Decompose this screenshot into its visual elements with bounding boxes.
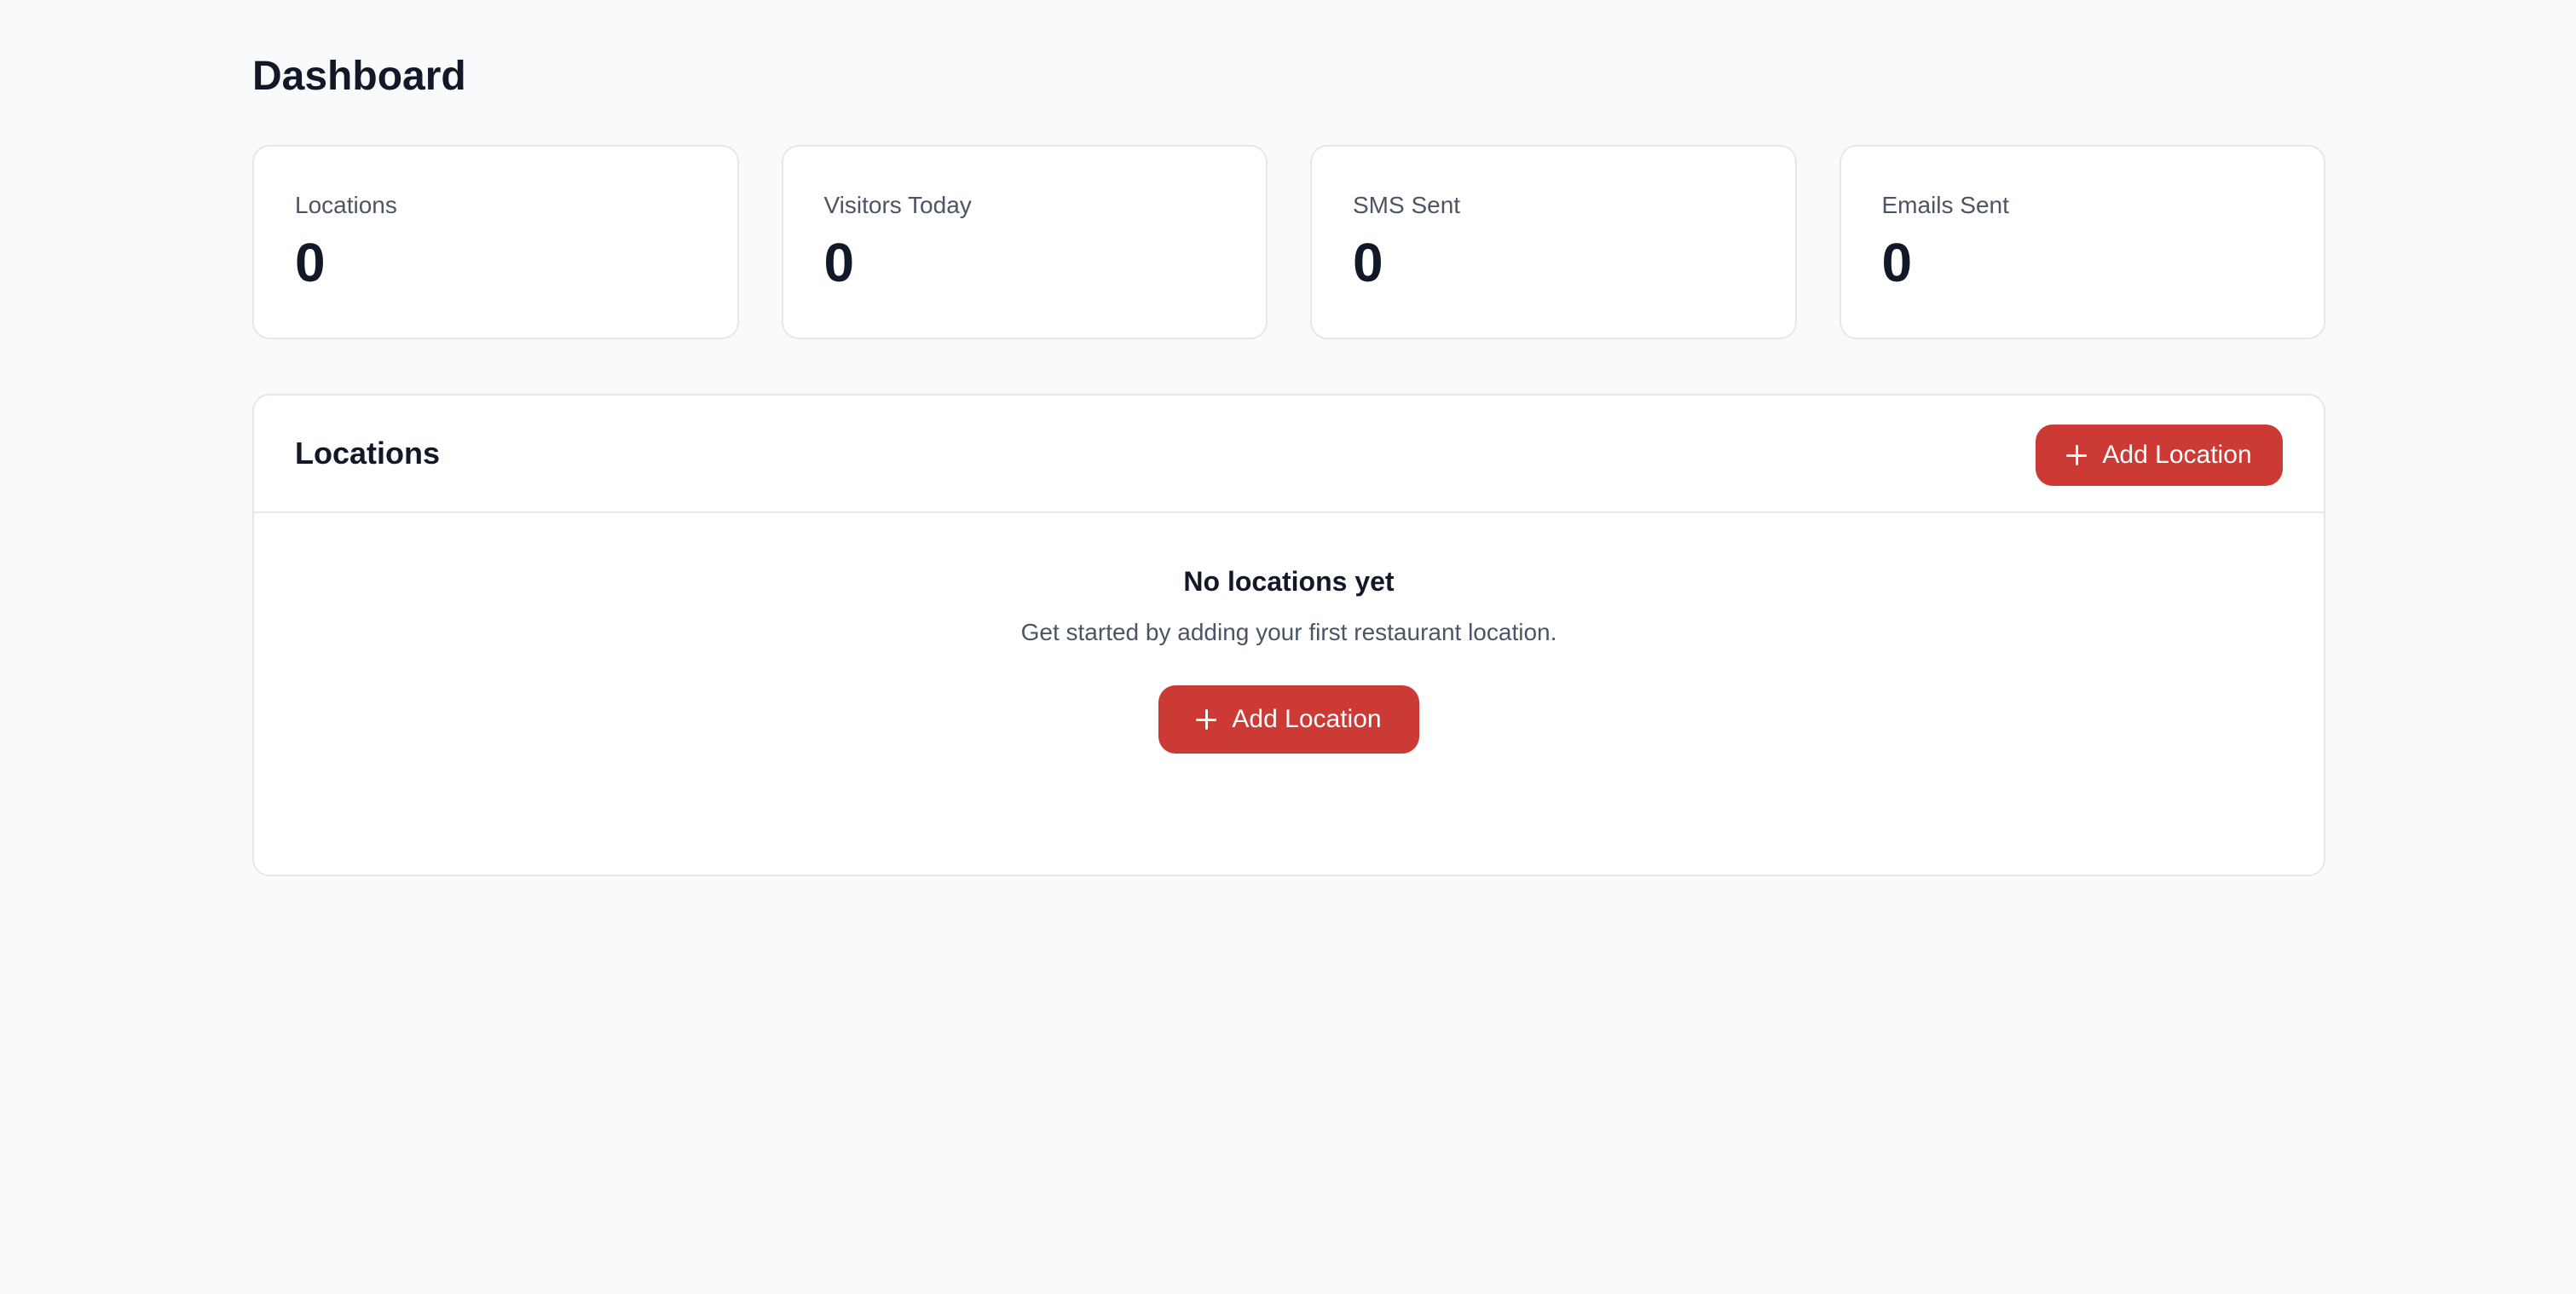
stat-card-locations: Locations 0 (252, 145, 739, 339)
add-location-button[interactable]: Add Location (2036, 425, 2283, 486)
empty-state-description: Get started by adding your first restaur… (1020, 619, 1557, 645)
stats-row: Locations 0 Visitors Today 0 SMS Sent 0 … (252, 145, 2325, 339)
stat-label: Visitors Today (823, 192, 972, 218)
stat-card-visitors-today: Visitors Today 0 (781, 145, 1268, 339)
stat-value: 0 (295, 232, 326, 293)
stat-label: SMS Sent (1353, 192, 1461, 218)
locations-panel-title: Locations (295, 436, 441, 471)
empty-state: No locations yet Get started by adding y… (254, 513, 2324, 754)
locations-panel-header: Locations Add Location (254, 396, 2324, 513)
page-title: Dashboard (252, 54, 466, 99)
stat-value: 0 (1353, 232, 1383, 293)
stat-value: 0 (823, 232, 855, 293)
stat-label: Emails Sent (1881, 192, 2009, 218)
stat-value: 0 (1881, 232, 1913, 293)
empty-state-title: No locations yet (1183, 566, 1395, 597)
stat-card-sms-sent: SMS Sent 0 (1310, 145, 1797, 339)
plus-icon (2066, 445, 2088, 465)
empty-state-action: Add Location (254, 685, 2324, 754)
stat-card-emails-sent: Emails Sent 0 (1839, 145, 2325, 339)
plus-icon (1196, 709, 1217, 730)
stat-label: Locations (295, 192, 397, 218)
locations-panel: Locations Add Location No locations yet … (252, 394, 2325, 876)
empty-state-add-location-label: Add Location (1232, 705, 1382, 733)
empty-state-add-location-button[interactable]: Add Location (1158, 685, 1419, 754)
add-location-button-label: Add Location (2102, 441, 2252, 469)
